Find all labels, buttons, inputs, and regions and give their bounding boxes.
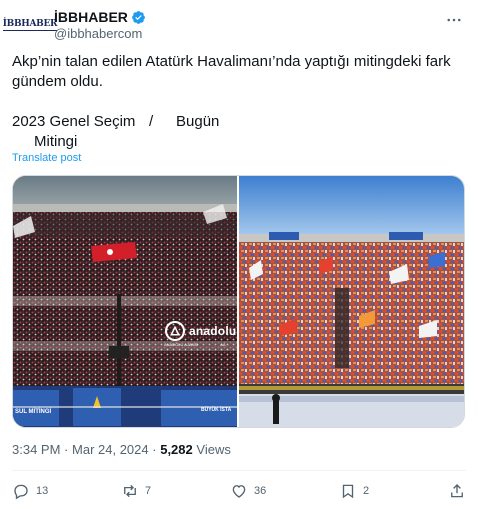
heart-icon — [232, 485, 246, 498]
stage-banner-right: BÜYÜK İSTA — [201, 407, 232, 413]
compare-left-continued: Mitingi — [34, 133, 78, 150]
compare-left: 2023 Genel Seçim — [12, 113, 136, 130]
views-count: 5,282 — [160, 442, 193, 457]
views-label: Views — [196, 442, 231, 457]
bookmark-button[interactable]: 2 — [339, 482, 409, 500]
bookmark-icon — [342, 484, 354, 499]
post-timestamp: 3:34 PM · Mar 24, 2024 · 5,282 Views — [12, 442, 231, 457]
post-date[interactable]: Mar 24, 2024 — [72, 442, 149, 457]
compare-right: Bugün — [176, 113, 220, 130]
repost-count: 7 — [145, 485, 152, 497]
verified-badge-icon[interactable] — [131, 10, 146, 25]
photo-today-rally[interactable] — [239, 176, 464, 427]
post-line-1: Akp’nin talan edilen Atatürk Havalimanı’… — [12, 53, 451, 90]
anadolu-watermark-sub: ANADOLU AJANSI AA — [164, 342, 226, 347]
like-button[interactable]: 36 — [230, 482, 300, 500]
avatar-logo-text: İBBHABER — [2, 18, 58, 31]
author-display-name[interactable]: İBBHABER — [54, 9, 128, 25]
post-compare-row: 2023 Genel Seçim / Bugün — [12, 112, 452, 132]
meta-separator-2: · — [152, 442, 157, 457]
meta-separator: · — [64, 442, 69, 457]
author-names: İBBHABER @ibbhabercom — [54, 9, 146, 41]
post-header: İBBHABER İBBHABER @ibbhabercom — [2, 8, 466, 42]
author-handle[interactable]: @ibbhabercom — [54, 26, 146, 41]
media-grid: anadolu ANADOLU AJANSI AA SUL MİTİNGİ BÜ… — [12, 175, 465, 428]
share-icon — [451, 484, 463, 498]
stage-banner-left: SUL MİTİNGİ — [15, 409, 52, 415]
anadolu-watermark: anadolu — [165, 321, 236, 341]
post-time[interactable]: 3:34 PM — [12, 442, 60, 457]
compare-separator: / — [149, 113, 154, 130]
anadolu-logo-icon — [165, 321, 185, 341]
repost-button[interactable]: 7 — [121, 482, 191, 500]
avatar[interactable]: İBBHABER — [2, 10, 58, 40]
reply-count: 13 — [36, 485, 49, 497]
action-bar: 13 7 36 2 — [12, 478, 466, 504]
reply-icon — [14, 484, 28, 500]
share-button[interactable] — [448, 482, 466, 500]
reply-button[interactable]: 13 — [12, 482, 82, 500]
repost-icon — [124, 484, 136, 498]
bookmark-count: 2 — [363, 485, 370, 497]
actions-divider — [12, 470, 466, 471]
like-count: 36 — [254, 485, 267, 497]
more-options-icon[interactable] — [444, 10, 464, 30]
photo-2023-rally[interactable]: anadolu ANADOLU AJANSI AA SUL MİTİNGİ BÜ… — [13, 176, 239, 427]
translate-post-link[interactable]: Translate post — [12, 152, 81, 164]
post-text: Akp’nin talan edilen Atatürk Havalimanı’… — [12, 52, 452, 152]
